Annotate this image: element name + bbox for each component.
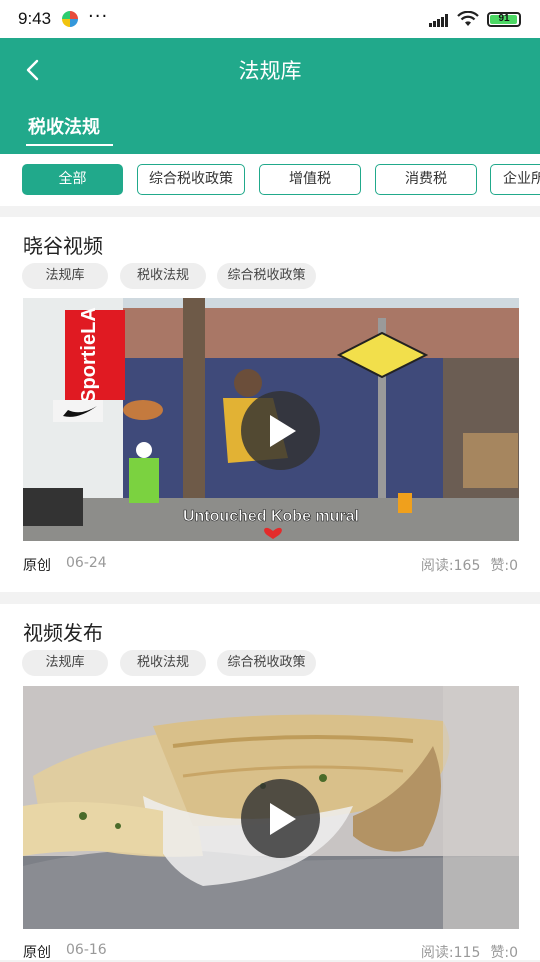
tab-tax-regulations[interactable]: 税收法规: [28, 113, 100, 139]
like-count[interactable]: 赞:0: [490, 945, 518, 961]
video-thumbnail[interactable]: SportieLA Untouched Kobe mural: [23, 298, 519, 541]
play-button[interactable]: [241, 391, 320, 470]
play-icon: [270, 803, 296, 835]
battery-level: 91: [498, 13, 510, 24]
article-tag[interactable]: 法规库: [22, 263, 108, 289]
filter-chip-vat[interactable]: 增值税: [259, 164, 361, 195]
article-tag[interactable]: 综合税收政策: [217, 263, 316, 289]
article-title[interactable]: 晓谷视频: [23, 230, 103, 259]
tab-active-indicator: [26, 144, 113, 146]
article-tag[interactable]: 税收法规: [120, 263, 206, 289]
status-time: 9:43: [18, 9, 52, 28]
play-button[interactable]: [241, 779, 320, 858]
article-card[interactable]: 晓谷视频 法规库 税收法规 综合税收政策 SportieLA Untouched…: [0, 217, 540, 592]
article-tag[interactable]: 综合税收政策: [217, 650, 316, 676]
like-count[interactable]: 赞:0: [490, 558, 518, 574]
more-notifications-icon: ···: [88, 6, 109, 27]
article-date: 06-24: [66, 555, 107, 571]
read-count: 阅读:115: [420, 945, 481, 961]
status-bar: 9:43 ··· 91: [0, 0, 540, 38]
filter-chip-general-policy[interactable]: 综合税收政策: [137, 164, 245, 195]
article-date: 06-16: [66, 942, 107, 958]
signal-icon: [429, 14, 448, 27]
article-stats: 阅读:115 赞:0: [411, 942, 518, 962]
article-source: 原创: [23, 558, 51, 574]
app-notification-icon: [62, 11, 78, 27]
video-thumbnail[interactable]: [23, 686, 519, 929]
article-tag[interactable]: 税收法规: [120, 650, 206, 676]
article-tag[interactable]: 法规库: [22, 650, 108, 676]
page-title: 法规库: [238, 59, 302, 83]
article-source: 原创: [23, 945, 51, 961]
article-card[interactable]: 视频发布 法规库 税收法规 综合税收政策 原创 06-16 阅读:115 赞:0: [0, 604, 540, 962]
wifi-icon: [457, 11, 479, 26]
filter-chip-corporate-tax[interactable]: 企业所: [490, 164, 540, 195]
video-caption: Untouched Kobe mural: [183, 508, 359, 525]
app-header: 法规库 税收法规: [0, 38, 540, 154]
article-stats: 阅读:165 赞:0: [411, 555, 518, 575]
battery-icon: 91: [487, 12, 521, 27]
filter-chip-all[interactable]: 全部: [22, 164, 123, 195]
play-icon: [270, 415, 296, 447]
filter-bar: 全部 综合税收政策 增值税 消费税 企业所: [0, 154, 540, 206]
filter-chip-consumption-tax[interactable]: 消费税: [375, 164, 477, 195]
article-title[interactable]: 视频发布: [23, 617, 103, 646]
store-sign-text: SportieLA: [78, 307, 100, 403]
read-count: 阅读:165: [420, 558, 481, 574]
